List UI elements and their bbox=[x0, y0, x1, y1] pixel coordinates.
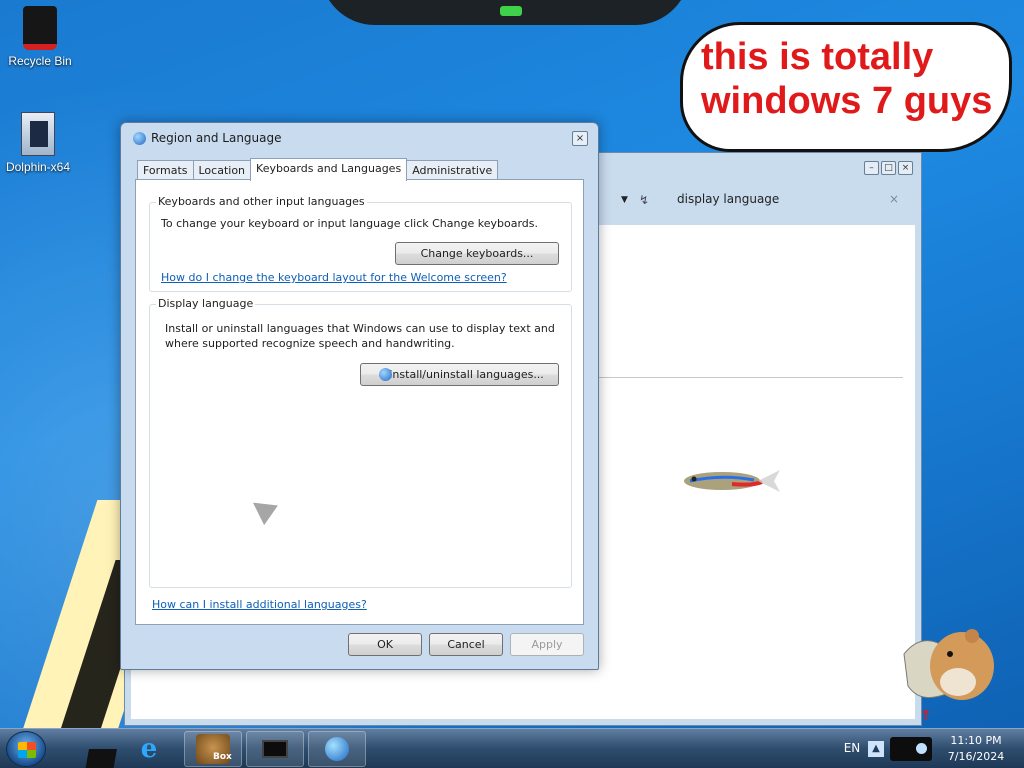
welcome-screen-keyboard-link[interactable]: How do I change the keyboard layout for … bbox=[161, 271, 507, 284]
desktop-icon-recycle-bin[interactable]: Recycle Bin bbox=[2, 6, 78, 68]
clock-time: 11:10 PM bbox=[950, 734, 1002, 747]
maximize-button[interactable]: □ bbox=[881, 161, 896, 175]
red-arrow-icon: ↑ bbox=[920, 708, 932, 724]
close-button[interactable]: × bbox=[572, 131, 588, 146]
wallpaper-top-shape bbox=[320, 0, 690, 25]
dialog-title: Region and Language bbox=[151, 131, 282, 145]
tab-strip: Formats Location Keyboards and Languages… bbox=[137, 158, 499, 181]
monitor-icon bbox=[262, 740, 288, 758]
display-language-description-line1: Install or uninstall languages that Wind… bbox=[165, 322, 555, 335]
meme-text-line2: windows 7 guys bbox=[701, 80, 993, 122]
tab-administrative[interactable]: Administrative bbox=[406, 160, 499, 180]
taskbar-explorer[interactable] bbox=[58, 731, 117, 768]
display-language-group: Display language Install or uninstall la… bbox=[149, 297, 572, 588]
hamster-on-shell-image bbox=[903, 629, 994, 700]
meme-speech-bubble: this is totally windows 7 guys bbox=[680, 22, 1012, 152]
shield-globe-icon bbox=[379, 368, 392, 381]
region-language-dialog: Region and Language × Formats Location K… bbox=[120, 122, 599, 670]
internet-explorer-icon: e bbox=[140, 734, 158, 764]
taskbar-box-app[interactable]: Box bbox=[184, 731, 242, 767]
desktop-icon-label: Recycle Bin bbox=[8, 54, 72, 68]
display-language-description-line2: where supported recognize speech and han… bbox=[165, 337, 455, 350]
desktop-icon-dolphin[interactable]: Dolphin-x64 bbox=[0, 112, 76, 174]
recycle-bin-icon bbox=[23, 6, 57, 50]
language-indicator[interactable]: EN bbox=[838, 729, 866, 768]
taskbar-internet-explorer[interactable]: e bbox=[120, 731, 178, 767]
divider bbox=[599, 377, 903, 378]
start-button[interactable] bbox=[6, 731, 46, 767]
keyboards-group-legend: Keyboards and other input languages bbox=[156, 195, 367, 208]
globe-icon bbox=[325, 737, 349, 761]
taskbar: e Box EN ▲ 11:10 PM 7/16/2024 bbox=[0, 728, 1024, 768]
taskbar-globe-app[interactable] bbox=[308, 731, 366, 767]
globe-icon bbox=[133, 131, 146, 145]
tray-camera-icon[interactable] bbox=[890, 737, 932, 761]
tab-keyboards-and-languages[interactable]: Keyboards and Languages bbox=[250, 158, 408, 181]
dropdown-arrow-icon[interactable]: ▼ bbox=[621, 195, 628, 205]
black-cube-icon bbox=[85, 749, 117, 768]
system-clock[interactable]: 11:10 PM 7/16/2024 bbox=[938, 733, 1014, 765]
dolphin-app-icon bbox=[21, 112, 55, 156]
windows-logo-icon bbox=[18, 742, 36, 758]
keyboards-group: Keyboards and other input languages To c… bbox=[149, 195, 572, 292]
refresh-icon[interactable]: ↯ bbox=[639, 193, 649, 207]
clear-search-icon[interactable]: × bbox=[889, 192, 899, 206]
close-window-button[interactable]: × bbox=[898, 161, 913, 175]
change-keyboards-button[interactable]: Change keyboards... bbox=[395, 242, 559, 265]
apply-button[interactable]: Apply bbox=[510, 633, 584, 656]
tab-panel: Keyboards and other input languages To c… bbox=[135, 179, 584, 625]
show-hidden-icons-button[interactable]: ▲ bbox=[868, 741, 884, 757]
cancel-button[interactable]: Cancel bbox=[429, 633, 503, 656]
tab-formats[interactable]: Formats bbox=[137, 160, 194, 180]
keyboards-description: To change your keyboard or input languag… bbox=[161, 217, 538, 230]
clock-date: 7/16/2024 bbox=[947, 750, 1005, 763]
tab-location[interactable]: Location bbox=[192, 160, 252, 180]
install-uninstall-languages-button[interactable]: Install/uninstall languages... bbox=[360, 363, 559, 386]
neon-tetra-fish-image bbox=[684, 470, 780, 492]
ok-button[interactable]: OK bbox=[348, 633, 422, 656]
display-language-legend: Display language bbox=[156, 297, 256, 310]
search-input[interactable]: display language bbox=[677, 192, 779, 206]
taskbar-monitor-app[interactable] bbox=[246, 731, 304, 767]
dialog-titlebar: Region and Language bbox=[133, 131, 282, 145]
install-additional-languages-link[interactable]: How can I install additional languages? bbox=[152, 598, 367, 611]
box-app-label: Box bbox=[213, 752, 232, 762]
desktop-icon-label: Dolphin-x64 bbox=[5, 160, 71, 174]
window-controls: – □ × bbox=[864, 161, 913, 175]
search-bar[interactable]: ▼ ↯ display language × bbox=[595, 185, 913, 221]
meme-text-line1: this is totally bbox=[701, 36, 934, 78]
minimize-button[interactable]: – bbox=[864, 161, 879, 175]
install-uninstall-label: Install/uninstall languages... bbox=[389, 368, 544, 381]
green-light bbox=[500, 6, 522, 16]
